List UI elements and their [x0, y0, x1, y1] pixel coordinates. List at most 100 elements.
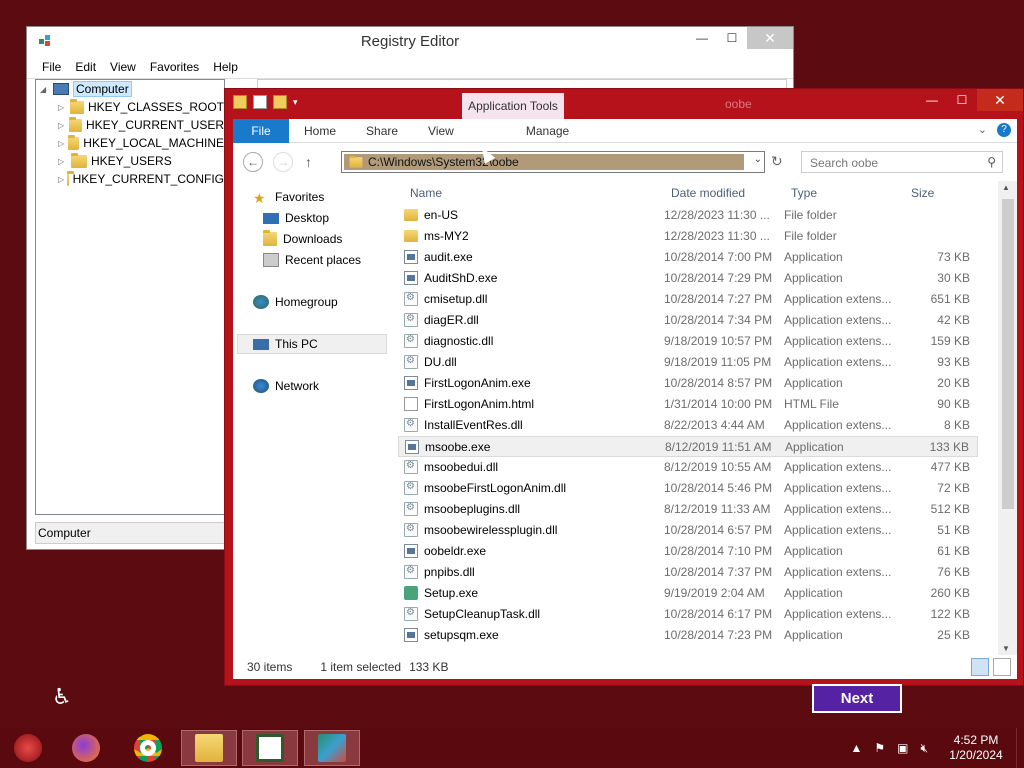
scroll-thumb[interactable] [1002, 199, 1014, 509]
expand-icon[interactable]: ▷ [58, 103, 67, 112]
tab-file[interactable]: File [233, 118, 289, 143]
menu-file[interactable]: File [35, 60, 68, 74]
table-row[interactable]: cmisetup.dll 10/28/2014 7:27 PM Applicatio… [398, 289, 978, 310]
properties-icon[interactable] [253, 95, 267, 109]
minimize-button[interactable]: — [687, 27, 717, 49]
show-hidden-icons[interactable]: ▲ [850, 741, 862, 755]
table-row[interactable]: audit.exe 10/28/2014 7:00 PM Application 73… [398, 247, 978, 268]
table-row[interactable]: Setup.exe 9/19/2019 2:04 AM Application 260… [398, 583, 978, 604]
taskbar-chrome[interactable] [120, 730, 176, 766]
search-input[interactable]: Search oobe ⚲ [801, 151, 1003, 173]
table-row[interactable]: oobeldr.exe 10/28/2014 7:10 PM Application… [398, 541, 978, 562]
search-icon[interactable]: ⚲ [987, 155, 996, 169]
table-row[interactable]: InstallEventRes.dll 8/22/2013 4:44 AM Appl… [398, 415, 978, 436]
scroll-down-icon[interactable]: ▼ [1002, 644, 1010, 653]
start-button[interactable] [0, 730, 56, 766]
explorer-title-bar[interactable]: ▾ Application Tools oobe — ☐ ✕ [225, 89, 1023, 119]
registry-tree[interactable]: ◢ Computer ▷ HKEY_CLASSES_ROOT ▷ HKEY_CURR… [35, 79, 225, 515]
table-row[interactable]: msoobe.exe 8/12/2019 11:51 AM Application 1… [398, 436, 978, 457]
clock[interactable]: 4:52 PM 1/20/2024 [942, 733, 1010, 763]
table-row[interactable]: pnpibs.dll 10/28/2014 7:37 PM Application … [398, 562, 978, 583]
tree-node-hkcc[interactable]: ▷ HKEY_CURRENT_CONFIG [36, 170, 224, 188]
tab-manage[interactable]: Manage [497, 119, 598, 143]
nav-recent-places[interactable]: Recent places [263, 250, 361, 270]
taskbar-registry-editor[interactable] [304, 730, 360, 766]
tab-home[interactable]: Home [289, 119, 351, 143]
ease-of-access-icon[interactable]: ♿ [52, 684, 72, 710]
table-row[interactable]: SetupCleanupTask.dll 10/28/2014 6:17 PM Ap… [398, 604, 978, 625]
table-row[interactable]: msoobeFirstLogonAnim.dll 10/28/2014 5:46 … [398, 478, 978, 499]
tree-node-hklm[interactable]: ▷ HKEY_LOCAL_MACHINE [36, 134, 224, 152]
expand-icon[interactable]: ▷ [58, 157, 68, 166]
table-row[interactable]: en-US 12/28/2023 11:30 ... File folder [398, 205, 978, 226]
registry-title-bar[interactable]: Registry Editor — ☐ ✕ [27, 27, 793, 55]
collapse-icon[interactable]: ◢ [40, 85, 50, 94]
refresh-button[interactable]: ↻ [771, 153, 783, 170]
address-box[interactable]: C:\Windows\System32\oobe ⌄ [341, 151, 765, 173]
table-row[interactable]: setupsqm.exe 10/28/2014 7:23 PM Applicatio… [398, 625, 978, 646]
nav-this-pc[interactable]: This PC [237, 334, 387, 354]
minimize-button[interactable]: — [917, 89, 947, 111]
large-icons-view-button[interactable] [993, 658, 1011, 676]
help-icon[interactable]: ? [997, 123, 1011, 137]
table-row[interactable]: msoobedui.dll 8/12/2019 10:55 AM Applicati… [398, 457, 978, 478]
forward-button[interactable]: → [273, 152, 293, 172]
table-row[interactable]: FirstLogonAnim.exe 10/28/2014 8:57 PM Appl… [398, 373, 978, 394]
taskbar-file-explorer[interactable] [181, 730, 237, 766]
menu-help[interactable]: Help [206, 60, 245, 74]
menu-view[interactable]: View [103, 60, 143, 74]
nav-downloads[interactable]: Downloads [263, 229, 342, 249]
table-row[interactable]: diagnostic.dll 9/18/2019 10:57 PM Applicat… [398, 331, 978, 352]
tab-view[interactable]: View [413, 119, 469, 143]
taskbar-firefox[interactable] [58, 730, 114, 766]
close-button[interactable]: ✕ [977, 89, 1023, 111]
up-button[interactable]: ↑ [305, 154, 312, 170]
nav-favorites[interactable]: ★ Favorites [253, 187, 324, 207]
file-date: 8/12/2019 11:51 AM [665, 440, 772, 454]
vertical-scrollbar[interactable]: ▲ ▼ [998, 181, 1017, 655]
nav-network[interactable]: Network [253, 376, 319, 396]
taskbar-app[interactable] [242, 730, 298, 766]
table-row[interactable]: msoobeplugins.dll 8/12/2019 11:33 AM Appli… [398, 499, 978, 520]
next-button[interactable]: Next [812, 684, 902, 713]
column-date-modified[interactable]: Date modified [671, 186, 745, 200]
back-button[interactable]: ← [243, 152, 263, 172]
address-dropdown-icon[interactable]: ⌄ [754, 154, 762, 165]
nav-desktop[interactable]: Desktop [263, 208, 329, 228]
tree-node-hku[interactable]: ▷ HKEY_USERS [36, 152, 224, 170]
scroll-up-icon[interactable]: ▲ [1002, 183, 1010, 192]
customize-qat-icon[interactable]: ▾ [293, 97, 298, 108]
tree-node-hkcr[interactable]: ▷ HKEY_CLASSES_ROOT [36, 98, 224, 116]
table-row[interactable]: DU.dll 9/18/2019 11:05 PM Application exte… [398, 352, 978, 373]
table-row[interactable]: AuditShD.exe 10/28/2014 7:29 PM Applicatio… [398, 268, 978, 289]
maximize-button[interactable]: ☐ [717, 27, 747, 49]
nav-homegroup[interactable]: Homegroup [253, 292, 338, 312]
table-row[interactable]: diagER.dll 10/28/2014 7:34 PM Application … [398, 310, 978, 331]
tab-share[interactable]: Share [351, 119, 413, 143]
new-folder-icon[interactable] [273, 95, 287, 109]
volume-muted-icon[interactable]: 🔇︎ [920, 741, 928, 756]
file-list[interactable]: ^ Name Date modified Type Size en-US 12/2… [398, 181, 998, 655]
file-type: Application extens... [784, 313, 892, 327]
column-size[interactable]: Size [911, 186, 934, 200]
column-name[interactable]: Name [410, 186, 442, 200]
expand-icon[interactable]: ▷ [58, 175, 64, 184]
column-type[interactable]: Type [791, 186, 817, 200]
table-row[interactable]: msoobewirelessplugin.dll 10/28/2014 6:57 … [398, 520, 978, 541]
tree-node-computer[interactable]: ◢ Computer [36, 80, 224, 98]
network-icon[interactable]: ▣ [897, 741, 908, 755]
menu-edit[interactable]: Edit [68, 60, 103, 74]
action-center-flag-icon[interactable]: ⚑ [874, 741, 885, 755]
table-row[interactable]: FirstLogonAnim.html 1/31/2014 10:00 PM HTM… [398, 394, 978, 415]
tree-node-hkcu[interactable]: ▷ HKEY_CURRENT_USER [36, 116, 224, 134]
details-view-button[interactable] [971, 658, 989, 676]
expand-icon[interactable]: ▷ [58, 139, 65, 148]
close-button[interactable]: ✕ [747, 27, 793, 49]
menu-favorites[interactable]: Favorites [143, 60, 206, 74]
expand-ribbon-icon[interactable]: ⌄ [978, 123, 987, 137]
show-desktop-button[interactable] [1016, 728, 1024, 768]
maximize-button[interactable]: ☐ [947, 89, 977, 111]
address-selection[interactable]: C:\Windows\System32\oobe [344, 154, 744, 170]
table-row[interactable]: ms-MY2 12/28/2023 11:30 ... File folder [398, 226, 978, 247]
expand-icon[interactable]: ▷ [58, 121, 66, 130]
